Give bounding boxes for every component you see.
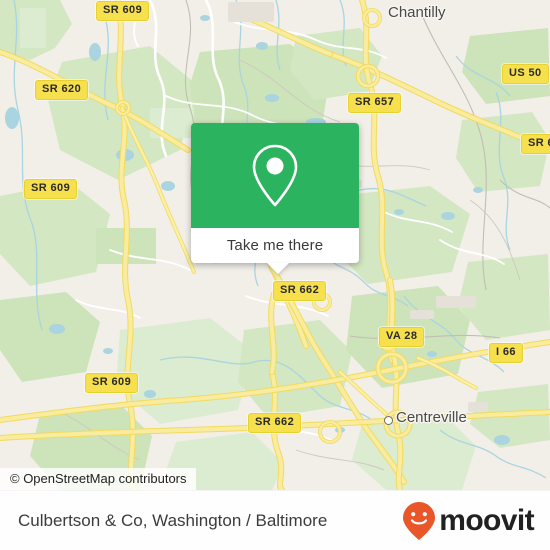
road-shield-sr-609-west: SR 609: [24, 179, 78, 199]
bottom-info-bar: Culbertson & Co, Washington / Baltimore …: [0, 490, 550, 550]
map-canvas[interactable]: .grn{fill:#d3e7c2} .grn2{fill:#cde3ba} .…: [0, 0, 550, 490]
moovit-logo[interactable]: moovit: [402, 501, 535, 541]
map-screenshot: .grn{fill:#d3e7c2} .grn2{fill:#cde3ba} .…: [0, 0, 550, 550]
location-popup-card[interactable]: Take me there: [191, 123, 359, 274]
road-shield-i-66: I 66: [489, 343, 523, 363]
road-shield-us-50: US 50: [502, 64, 549, 84]
road-shield-sr-657: SR 657: [348, 93, 402, 113]
place-label-centreville: Centreville: [396, 409, 467, 426]
road-shield-sr-609-north: SR 609: [96, 1, 150, 21]
road-shield-va-28: VA 28: [379, 327, 425, 347]
moovit-smiley-pin-icon: [403, 502, 436, 540]
popup-tail-pointer: [267, 263, 289, 274]
map-pin-icon: [252, 144, 298, 206]
road-shield-sr-6-clipped: SR 6: [521, 134, 550, 154]
place-label-chantilly: Chantilly: [388, 4, 446, 21]
location-title: Culbertson & Co, Washington / Baltimore: [18, 511, 328, 530]
road-shield-sr-662-south: SR 662: [248, 413, 302, 433]
road-shield-sr-620: SR 620: [35, 80, 89, 100]
take-me-there-label: Take me there: [226, 237, 324, 254]
popup-footer[interactable]: Take me there: [191, 228, 359, 274]
moovit-wordmark: moovit: [439, 504, 534, 537]
road-shield-sr-609-south: SR 609: [85, 373, 139, 393]
city-dot-centreville: [384, 416, 393, 425]
road-shield-sr-662-center: SR 662: [273, 281, 327, 301]
osm-attribution[interactable]: © OpenStreetMap contributors: [0, 468, 196, 490]
popup-header: [191, 123, 359, 228]
